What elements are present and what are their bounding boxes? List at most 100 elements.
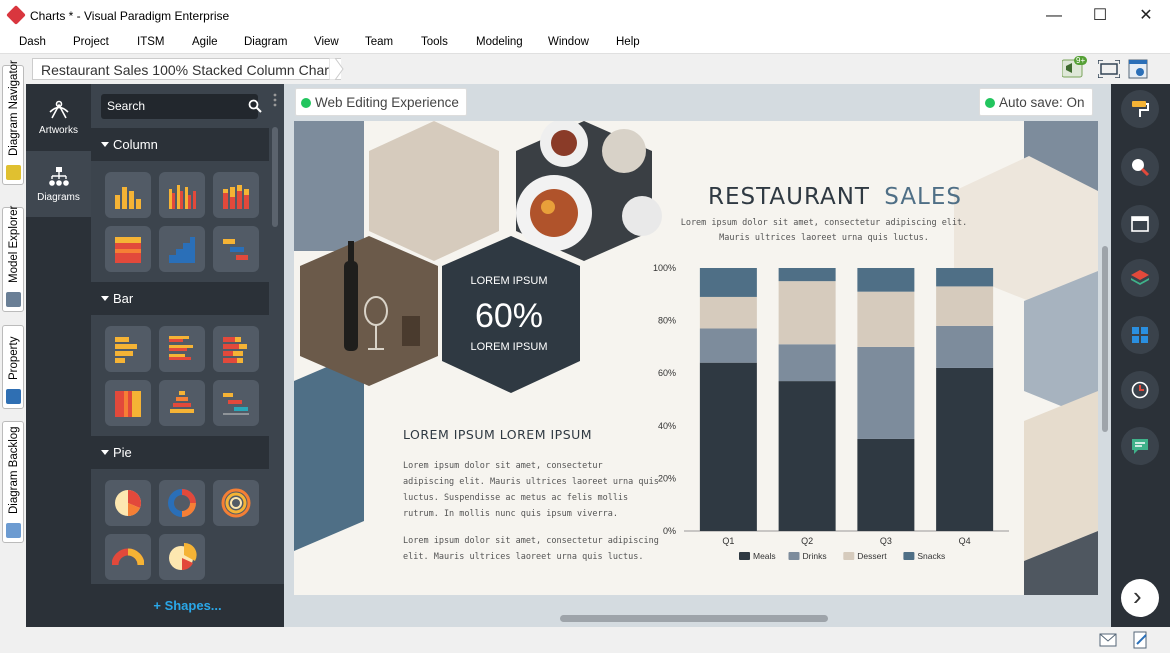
search-label: Search (107, 99, 146, 113)
grid-panels-icon (1132, 327, 1148, 343)
hex-decor-teal (294, 351, 364, 551)
tile-bar-chart[interactable] (105, 326, 151, 372)
menu-itsm[interactable]: ITSM (137, 36, 164, 48)
bottle-neck-shape (348, 241, 354, 265)
format-painter-button[interactable] (1121, 90, 1159, 128)
diagram-canvas[interactable]: Web Editing Experience Auto save: On LOR… (284, 84, 1111, 627)
legend-swatch-dessert (843, 552, 855, 560)
tile-grouped-column-chart[interactable] (159, 172, 205, 218)
tab-property[interactable]: Property (2, 325, 24, 409)
palette-menu-icon[interactable] (272, 92, 278, 108)
tile-percent-column-chart[interactable] (105, 226, 151, 272)
web-editing-label: Web Editing Experience (315, 95, 459, 110)
status-dot-icon (301, 98, 311, 108)
panel-layout-icon[interactable] (1128, 59, 1148, 79)
backlog-icon (6, 523, 21, 538)
web-editing-badge[interactable]: Web Editing Experience (295, 88, 467, 116)
tile-gantt-bar-chart[interactable] (213, 380, 259, 426)
breadcrumb-bar: Restaurant Sales 100% Stacked Column Cha… (26, 55, 1170, 84)
y-tick-label: 20% (658, 473, 676, 483)
panels-button[interactable] (1121, 316, 1159, 354)
comment-button[interactable] (1121, 427, 1159, 465)
grouped-bar-chart-icon (169, 336, 193, 360)
menu-team[interactable]: Team (365, 36, 393, 48)
search-input[interactable]: Search (101, 94, 262, 119)
next-panel-button[interactable]: › (1121, 579, 1159, 617)
close-button[interactable]: ✕ (1136, 6, 1156, 26)
menu-view[interactable]: View (314, 36, 339, 48)
tab-diagram-navigator-label: Diagram Navigator (8, 60, 20, 156)
menu-modeling[interactable]: Modeling (476, 36, 523, 48)
category-diagrams[interactable]: Diagrams (26, 151, 91, 217)
step-column-chart-icon (169, 237, 195, 263)
infographic-artboard[interactable]: LOREM IPSUM 60% LOREM IPSUM RESTAURANT S… (294, 121, 1098, 595)
tile-stacked-bar-chart[interactable] (213, 326, 259, 372)
menu-project[interactable]: Project (73, 36, 109, 48)
menu-dash[interactable]: Dash (19, 36, 46, 48)
tile-column-chart[interactable] (105, 172, 151, 218)
status-dot-icon (985, 98, 995, 108)
edit-document-icon[interactable] (1133, 631, 1149, 649)
bar-chart-icon (115, 337, 137, 363)
y-tick-label: 60% (658, 368, 676, 378)
menu-help[interactable]: Help (616, 36, 640, 48)
tile-stacked-column-chart[interactable] (213, 172, 259, 218)
autosave-badge[interactable]: Auto save: On (979, 88, 1093, 116)
tile-grouped-bar-chart[interactable] (159, 326, 205, 372)
tab-model-explorer[interactable]: Model Explorer (2, 206, 24, 312)
tile-pie-chart[interactable] (105, 480, 151, 526)
hex-top-label: LOREM IPSUM (470, 275, 547, 287)
section-bar[interactable]: Bar (91, 282, 269, 315)
menu-agile[interactable]: Agile (192, 36, 218, 48)
section-pie[interactable]: Pie (91, 436, 269, 469)
left-panel-tabs: Diagram Navigator Model Explorer Propert… (0, 55, 26, 627)
window-button[interactable] (1121, 205, 1159, 243)
notification-badge: 9+ (1074, 56, 1088, 65)
tile-gauge-chart[interactable] (105, 534, 151, 580)
food-detail (541, 200, 555, 214)
tile-percent-bar-chart[interactable] (105, 380, 151, 426)
zoom-button[interactable] (1121, 148, 1159, 186)
tab-diagram-navigator[interactable]: Diagram Navigator (2, 60, 24, 185)
legend-swatch-drinks (788, 552, 800, 560)
x-tick-label: Q2 (801, 536, 813, 546)
mail-icon[interactable] (1099, 633, 1117, 647)
fit-view-icon[interactable] (1098, 60, 1120, 78)
plate-shape (622, 196, 662, 236)
menu-diagram[interactable]: Diagram (244, 36, 287, 48)
dish-shape (551, 130, 577, 156)
vertical-scrollbar[interactable] (1102, 246, 1108, 432)
column-chart-icon (115, 187, 141, 209)
category-artworks[interactable]: Artworks (26, 84, 91, 150)
menu-tools[interactable]: Tools (421, 36, 448, 48)
gauge-chart-icon (112, 548, 144, 566)
section-column[interactable]: Column (91, 128, 269, 161)
tab-diagram-backlog[interactable]: Diagram Backlog (2, 421, 24, 543)
horizontal-scrollbar[interactable] (560, 615, 828, 622)
tile-donut-chart[interactable] (159, 480, 205, 526)
tile-ring-chart[interactable] (213, 480, 259, 526)
paragraph2-line2: elit. Mauris ultrices laoreet urna quis … (403, 552, 644, 562)
history-button[interactable] (1121, 371, 1159, 409)
breadcrumb[interactable]: Restaurant Sales 100% Stacked Column Cha… (32, 58, 341, 80)
minimize-button[interactable]: — (1044, 6, 1064, 26)
shapes-button[interactable]: + Shapes... (91, 584, 284, 627)
paragraph1-line2: adipiscing elit. Mauris ultrices laoreet… (403, 477, 659, 487)
grouped-column-chart-icon (169, 185, 196, 209)
maximize-button[interactable]: ☐ (1090, 6, 1110, 26)
tab-diagram-backlog-label: Diagram Backlog (8, 426, 20, 514)
tile-gantt-column-chart[interactable] (213, 226, 259, 272)
palette-scrollbar[interactable] (272, 127, 278, 227)
bar-segment-meals-q4 (936, 367, 994, 531)
tab-property-label: Property (8, 336, 20, 380)
menu-window[interactable]: Window (548, 36, 589, 48)
stacked-column-chart[interactable]: 0% 20% 40% 60% 80% 100% Q1 Q2 Q3 Q4 Meals Drinks Des… (653, 263, 1009, 561)
layers-button[interactable] (1121, 259, 1159, 297)
tile-step-column-chart[interactable] (159, 226, 205, 272)
tile-pyramid-bar-chart[interactable] (159, 380, 205, 426)
notification-button[interactable]: 9+ (1061, 56, 1088, 78)
legend-label-drinks: Drinks (803, 551, 827, 561)
y-tick-label: 100% (653, 263, 676, 273)
stacked-column-chart-icon (223, 185, 249, 209)
tile-exploded-pie-chart[interactable] (159, 534, 205, 580)
